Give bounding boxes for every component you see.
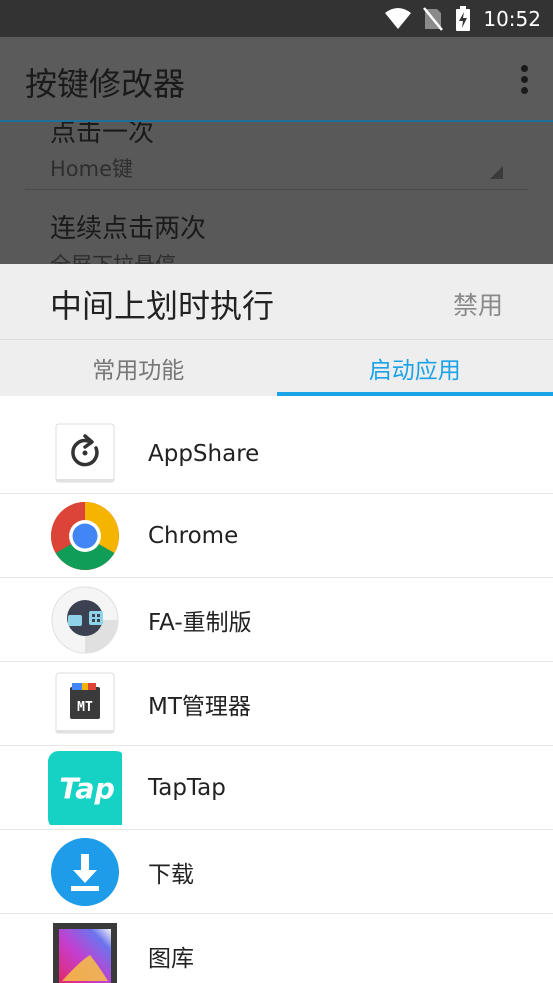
tab-common-functions[interactable]: 常用功能 (0, 340, 277, 396)
overflow-menu-icon[interactable] (521, 65, 529, 95)
app-item-mt-manager[interactable]: MT MT管理器 (0, 662, 553, 746)
status-bar: 10:52 (0, 0, 553, 37)
app-label: AppShare (148, 441, 260, 468)
mt-manager-icon: MT (55, 672, 115, 733)
download-icon (51, 837, 119, 906)
setting-item-double-click[interactable]: 连续点击两次 全屏下拉悬停 (50, 208, 206, 264)
setting-item-title: 点击一次 (50, 122, 155, 148)
tab-bar: 常用功能 启动应用 (0, 339, 553, 396)
gallery-icon (53, 922, 117, 983)
action-picker-dialog: 中间上划时执行 禁用 常用功能 启动应用 AppShare Chrome FA-… (0, 264, 553, 983)
disable-button[interactable]: 禁用 (453, 286, 503, 322)
chrome-icon (51, 501, 119, 570)
app-label: MT管理器 (148, 693, 251, 720)
wifi-icon (385, 8, 412, 29)
svg-text:Tap: Tap (59, 772, 115, 805)
app-item-chrome[interactable]: Chrome (0, 494, 553, 578)
setting-item-single-click[interactable]: 点击一次 Home键 (50, 122, 154, 183)
tab-launch-app[interactable]: 启动应用 (276, 340, 553, 396)
app-item-fa[interactable]: FA-重制版 (0, 578, 553, 662)
app-bar: 按键修改器 (0, 37, 553, 122)
setting-item-subtitle: Home键 (50, 157, 134, 181)
app-item-download[interactable]: 下载 (0, 830, 553, 914)
fa-icon (51, 586, 119, 653)
dropdown-corner-icon (490, 166, 503, 179)
app-title: 按键修改器 (25, 65, 186, 103)
app-label: TapTap (148, 774, 226, 801)
setting-item-title: 连续点击两次 (50, 214, 207, 244)
app-item-taptap[interactable]: Tap TapTap (0, 746, 553, 830)
dialog-header: 中间上划时执行 禁用 (0, 264, 553, 339)
app-list: AppShare Chrome FA-重制版 MT MT管理器 Tap TapT… (0, 396, 553, 983)
divider (25, 189, 528, 190)
background-settings-list: 点击一次 Home键 连续点击两次 全屏下拉悬停 (0, 122, 553, 264)
app-item-gallery[interactable]: 图库 (0, 914, 553, 983)
status-icons: 10:52 (385, 6, 541, 32)
svg-text:MT: MT (77, 700, 93, 715)
app-item-appshare[interactable]: AppShare (0, 396, 553, 494)
app-label: 下载 (148, 861, 194, 888)
app-label: 图库 (148, 945, 194, 972)
appshare-icon (55, 423, 115, 483)
dialog-title: 中间上划时执行 (50, 287, 275, 325)
app-label: FA-重制版 (148, 609, 252, 636)
no-sim-icon (423, 7, 444, 31)
setting-item-subtitle: 全屏下拉悬停 (50, 249, 206, 264)
taptap-icon: Tap (48, 750, 122, 825)
app-label: Chrome (148, 522, 239, 549)
battery-charging-icon (456, 6, 471, 31)
status-time: 10:52 (483, 7, 541, 31)
